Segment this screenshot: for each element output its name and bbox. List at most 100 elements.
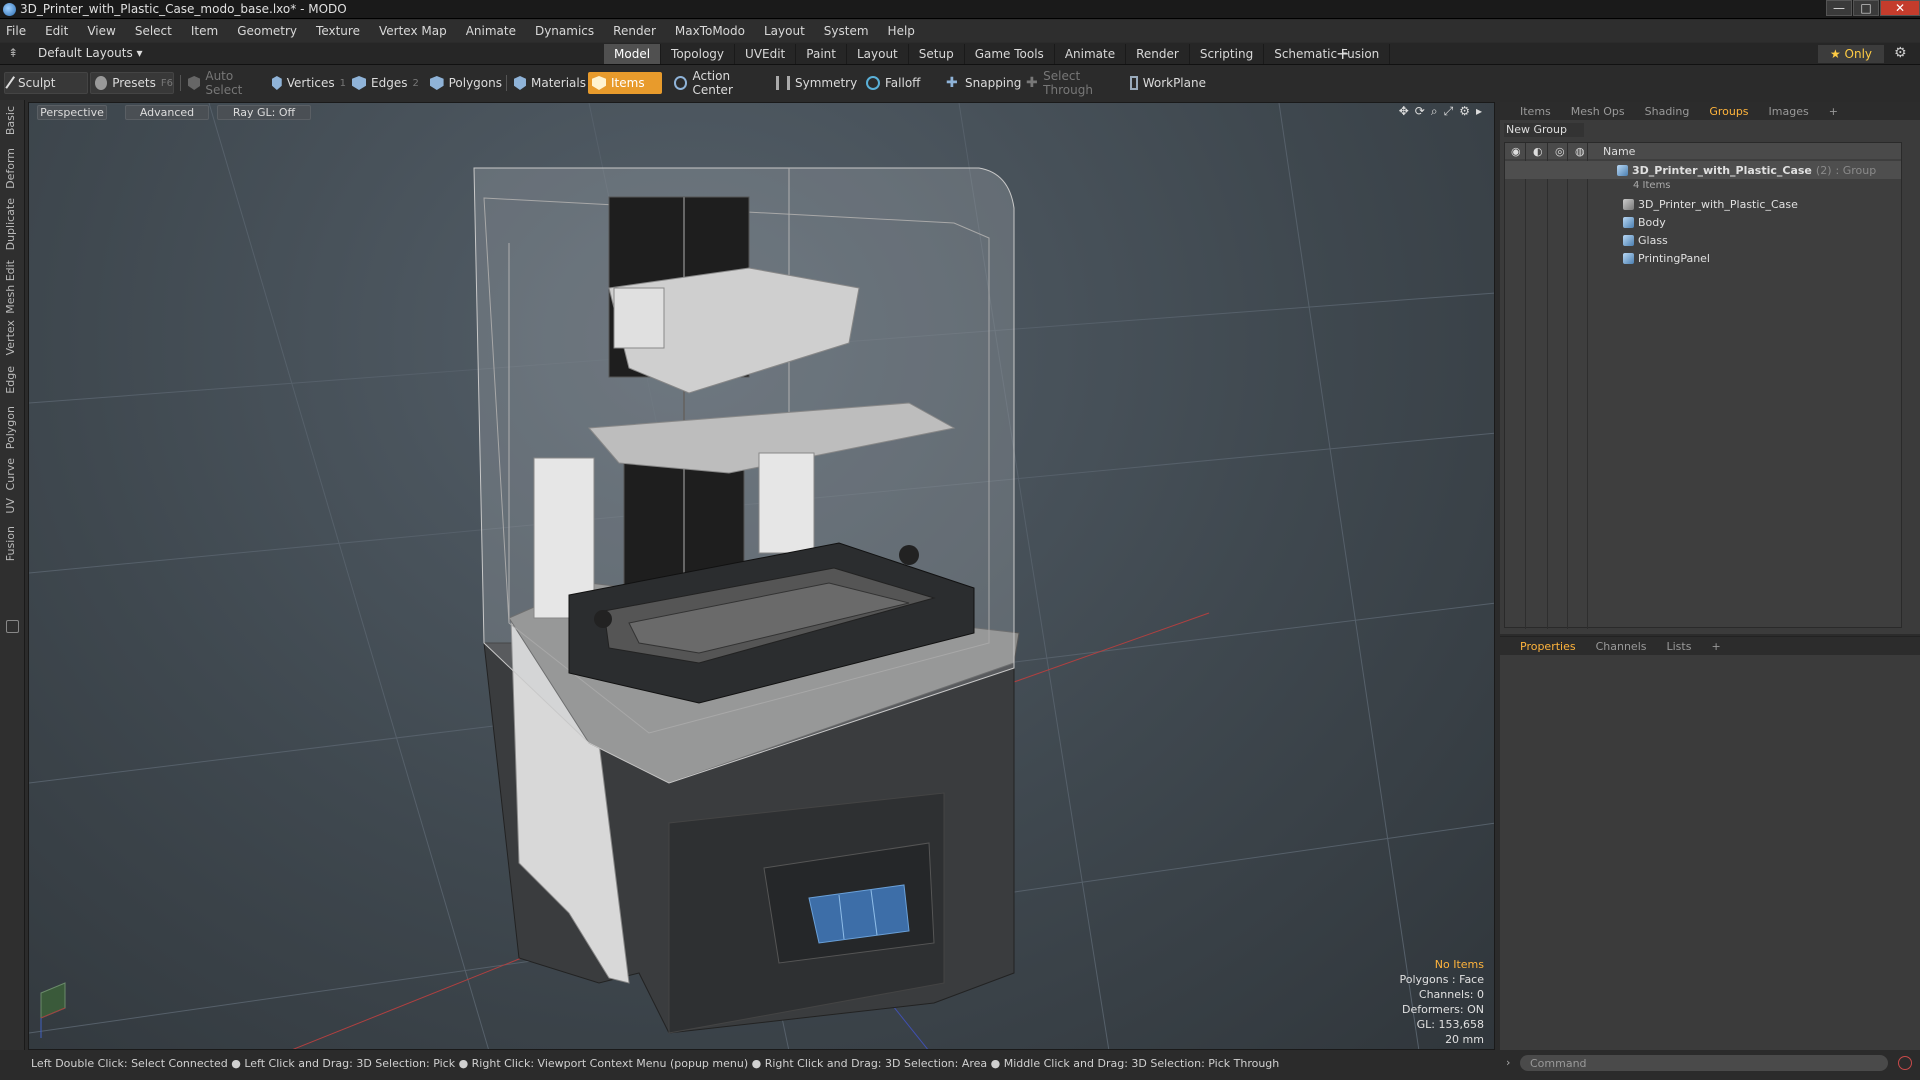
tab-schematic-fusion[interactable]: Schematic Fusion [1264,44,1391,64]
presets-shortcut: F6 [160,77,173,89]
menu-system[interactable]: System [824,24,869,38]
menu-animate[interactable]: Animate [466,24,516,38]
3d-viewport[interactable]: Perspective Advanced Ray GL: Off ✥ ⟳ ⌕ ⤢… [28,102,1495,1050]
tab-properties[interactable]: Properties [1520,640,1576,653]
auto-select-button[interactable]: Auto Select [184,69,266,97]
zoom-icon[interactable]: ⌕ [1431,104,1438,119]
menu-help[interactable]: Help [888,24,915,38]
eye-icon[interactable]: ◉ [1511,145,1521,158]
add-tab-button[interactable]: + [1711,640,1720,653]
snapping-icon: ✚ [946,75,958,91]
list-item[interactable]: Body [1505,213,1901,231]
menu-view[interactable]: View [87,24,115,38]
menu-texture[interactable]: Texture [316,24,360,38]
tab-setup[interactable]: Setup [909,44,965,64]
printer-scene[interactable] [29,103,1495,1050]
vertices-button[interactable]: Vertices 1 [268,72,346,94]
action-center-icon [674,76,688,90]
tab-basic[interactable]: Basic [4,106,17,135]
item-label: 3D_Printer_with_Plastic_Case [1638,197,1798,211]
snapping-button[interactable]: ✚ Snapping [942,72,1022,94]
group-row[interactable]: 3D_Printer_with_Plastic_Case (2) : Group [1505,161,1901,179]
list-item[interactable]: PrintingPanel [1505,249,1901,267]
polygons-button[interactable]: Polygons [426,72,502,94]
edges-shortcut: 2 [412,77,419,89]
workplane-button[interactable]: WorkPlane [1126,72,1206,94]
symmetry-button[interactable]: Symmetry [772,72,858,94]
tab-curve[interactable]: Curve [4,458,17,490]
menu-vertex-map[interactable]: Vertex Map [379,24,447,38]
list-item[interactable]: 3D_Printer_with_Plastic_Case [1505,195,1901,213]
viewport-nav-icons: ✥ ⟳ ⌕ ⤢ ⚙ ▸ [1399,104,1482,119]
default-layouts-dropdown[interactable]: Default Layouts ▾ [38,46,143,60]
tab-topology[interactable]: Topology [661,44,736,64]
new-group-button[interactable]: New Group [1504,123,1584,137]
materials-button[interactable]: Materials [510,72,586,94]
items-button[interactable]: Items [588,72,662,94]
presets-button[interactable]: Presets F6 [90,72,174,94]
menu-layout[interactable]: Layout [764,24,805,38]
command-input[interactable]: Command [1520,1055,1888,1071]
tab-layout[interactable]: Layout [847,44,909,64]
minimize-button[interactable]: — [1826,0,1852,16]
menu-maxtomodo[interactable]: MaxToModo [675,24,745,38]
action-center-button[interactable]: Action Center [670,69,770,97]
select-through-button[interactable]: ✚ Select Through [1022,69,1122,97]
group-name: 3D_Printer_with_Plastic_Case [1632,163,1812,177]
only-toggle[interactable]: ★ Only [1818,45,1884,63]
gear-icon[interactable]: ⚙ [1894,45,1907,61]
tab-fusion[interactable]: Fusion [4,526,17,561]
record-icon[interactable] [1898,1056,1912,1070]
tab-uvedit[interactable]: UVEdit [735,44,797,64]
sculpt-button[interactable]: Sculpt [4,72,88,94]
menu-item[interactable]: Item [191,24,218,38]
menu-file[interactable]: File [6,24,26,38]
rotate-icon[interactable]: ⟳ [1415,104,1425,119]
view-mode-dropdown[interactable]: Perspective [37,105,107,120]
select-icon[interactable]: ◍ [1575,145,1585,158]
viewport-gear-icon[interactable]: ⚙ [1459,104,1470,119]
render-icon[interactable]: ◎ [1555,145,1565,158]
menu-edit[interactable]: Edit [45,24,68,38]
tab-mesh-edit[interactable]: Mesh Edit [4,260,17,314]
add-tab-button[interactable]: + [1829,105,1838,118]
edges-button[interactable]: Edges 2 [348,72,424,94]
tab-animate[interactable]: Animate [1055,44,1127,64]
tab-model[interactable]: Model [604,44,662,64]
edges-label: Edges [371,76,408,90]
pin-icon[interactable]: ⇞ [8,46,18,60]
tab-shading[interactable]: Shading [1645,105,1690,118]
tab-groups[interactable]: Groups [1709,105,1748,118]
tab-channels[interactable]: Channels [1596,640,1647,653]
tab-edge[interactable]: Edge [4,366,17,394]
tab-paint[interactable]: Paint [796,44,847,64]
list-item[interactable]: Glass [1505,231,1901,249]
close-button[interactable]: ✕ [1880,0,1920,16]
tab-duplicate[interactable]: Duplicate [4,198,17,250]
raygl-toggle[interactable]: Ray GL: Off [217,105,311,120]
tab-images[interactable]: Images [1769,105,1809,118]
tab-scripting[interactable]: Scripting [1190,44,1265,64]
menu-select[interactable]: Select [135,24,172,38]
menu-render[interactable]: Render [613,24,656,38]
tab-items[interactable]: Items [1520,105,1551,118]
menu-geometry[interactable]: Geometry [237,24,297,38]
lock-icon[interactable]: ◐ [1533,145,1543,158]
tab-vertex[interactable]: Vertex [4,320,17,355]
tab-render[interactable]: Render [1126,44,1190,64]
shading-mode-dropdown[interactable]: Advanced [125,105,209,120]
tab-deform[interactable]: Deform [4,148,17,189]
tab-mesh-ops[interactable]: Mesh Ops [1571,105,1625,118]
tab-lists[interactable]: Lists [1667,640,1692,653]
maximize-button[interactable]: □ [1853,0,1879,16]
falloff-button[interactable]: Falloff [862,72,932,94]
expand-panel-icon[interactable] [6,620,19,633]
viewport-menu-icon[interactable]: ▸ [1476,104,1482,119]
tab-polygon[interactable]: Polygon [4,406,17,449]
fit-icon[interactable]: ⤢ [1444,104,1454,119]
tab-game-tools[interactable]: Game Tools [965,44,1055,64]
tab-uv[interactable]: UV [4,498,17,514]
pan-icon[interactable]: ✥ [1399,104,1409,119]
menu-dynamics[interactable]: Dynamics [535,24,594,38]
add-layout-tab-button[interactable]: + [1336,44,1349,63]
